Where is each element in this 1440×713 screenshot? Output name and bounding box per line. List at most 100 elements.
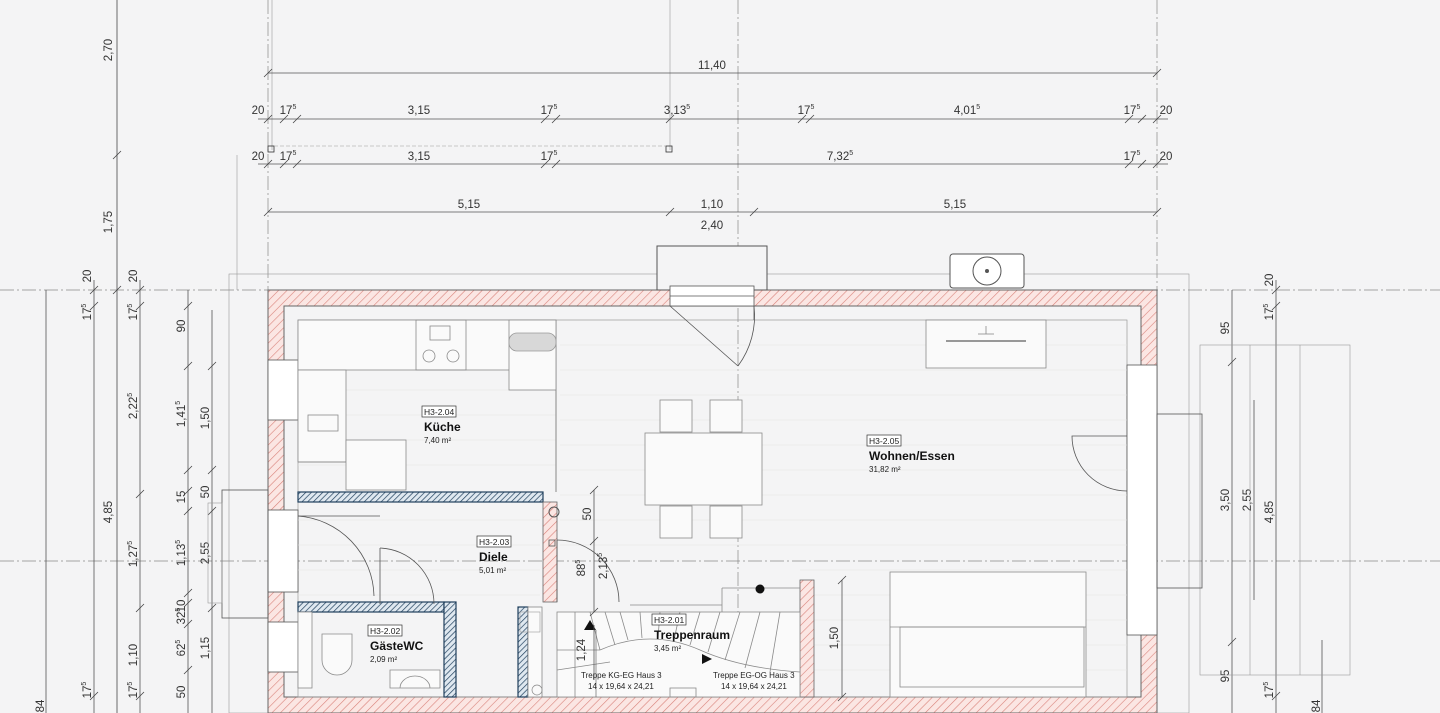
svg-text:175: 175 [280, 150, 297, 163]
stair-spec: 14 x 19,64 x 24,21 [588, 682, 654, 691]
svg-text:2,225: 2,225 [127, 393, 140, 419]
dim-r2-2: 17 [280, 151, 293, 163]
room-area: 5,01 m² [479, 566, 506, 575]
dim-lvc-5: 1,10 [128, 644, 140, 666]
stair-title: Treppe KG-EG Haus 3 [581, 671, 662, 680]
kitchen-furniture [297, 319, 557, 491]
svg-text:175: 175 [1263, 682, 1276, 699]
svg-text:1,415: 1,415 [175, 401, 188, 427]
dim-lvb-3: 17 [82, 686, 94, 699]
dim-r1-4: 17 [541, 105, 554, 117]
dim-inner-d: 1,24 [576, 638, 588, 661]
dim-r3-1: 5,15 [458, 199, 480, 211]
dim-inner-b: 88 [576, 564, 588, 577]
svg-text:175: 175 [1124, 104, 1141, 117]
grid-axes [0, 0, 1440, 713]
svg-text:1,275: 1,275 [127, 541, 140, 567]
dim-lvc-1: 20 [128, 270, 140, 283]
dim-lva-4: 84 [35, 699, 47, 712]
dim-lvb-1: 20 [82, 270, 94, 283]
dimension-chain-left: 2,70 1,75 4,85 84 20 175 175 20 175 2,22… [35, 0, 217, 713]
sofa [889, 571, 1087, 698]
dim-r2-6: 17 [1124, 151, 1137, 163]
dim-lve-1: 1,50 [200, 407, 212, 429]
room-area: 3,45 m² [654, 644, 681, 653]
dim-inner-c: 2,13 [598, 557, 610, 579]
dim-lve-3: 2,55 [200, 542, 212, 564]
tv-unit [925, 319, 1047, 369]
room-label-kueche: H3-2.04 Küche 7,40 m² [421, 405, 461, 445]
dimension-chain-right: 95 3,50 95 2,55 20 175 4,85 175 84 [1220, 274, 1323, 713]
dim-lvd-7: 62 [176, 644, 188, 657]
dim-r1-1: 20 [252, 105, 265, 117]
dim-lvd-3: 15 [176, 491, 188, 504]
dim-rv-4: 20 [1264, 274, 1276, 287]
dim-lvc-2: 17 [128, 308, 140, 321]
dim-rv-1: 95 [1220, 322, 1232, 335]
dim-r3-3: 5,15 [944, 199, 966, 211]
room-name: Küche [424, 420, 461, 434]
room-id: H3-2.04 [424, 407, 455, 417]
svg-text:4,015: 4,015 [954, 104, 980, 117]
dim-r1-3: 3,15 [408, 105, 430, 117]
dining-set [644, 399, 763, 539]
dim-rv-5: 17 [1264, 308, 1276, 321]
dim-rv-6: 2,55 [1242, 489, 1254, 511]
dim-r2-3: 3,15 [408, 151, 430, 163]
outdoor-unit [949, 253, 1025, 289]
dim-lvd-4: 1,13 [176, 544, 188, 566]
dim-r2-7: 20 [1160, 151, 1173, 163]
dim-lvd-1: 90 [176, 320, 188, 333]
dimension-chain-top: 11,40 20 175 3,15 175 3,135 175 4,015 17… [252, 60, 1173, 232]
svg-text:175: 175 [81, 304, 94, 321]
dim-rv-9: 84 [1311, 699, 1323, 712]
dim-r1-7: 4,01 [954, 105, 976, 117]
room-id: H3-2.05 [869, 436, 900, 446]
svg-text:175: 175 [127, 682, 140, 699]
svg-text:1,135: 1,135 [175, 540, 188, 566]
dim-rv-2: 3,50 [1220, 489, 1232, 511]
svg-text:625: 625 [175, 640, 188, 657]
dim-r1-5: 3,13 [664, 105, 686, 117]
dim-rv-8: 17 [1264, 686, 1276, 699]
stair-spec: 14 x 19,64 x 24,21 [721, 682, 787, 691]
room-label-diele: H3-2.03 Diele 5,01 m² [476, 535, 512, 575]
dim-rv-3: 95 [1220, 670, 1232, 683]
dim-rv-7: 4,85 [1264, 501, 1276, 523]
dim-lva-1: 2,70 [103, 39, 115, 61]
room-name: Diele [479, 550, 508, 564]
dim-r1-8: 17 [1124, 105, 1137, 117]
dim-lvc-6: 17 [128, 686, 140, 699]
svg-text:175: 175 [81, 682, 94, 699]
svg-text:175: 175 [798, 104, 815, 117]
svg-text:885: 885 [575, 560, 588, 577]
dim-r1-9: 20 [1160, 105, 1173, 117]
floor-plan: 11,40 20 175 3,15 175 3,135 175 4,015 17… [0, 0, 1440, 713]
svg-text:7,325: 7,325 [827, 150, 853, 163]
svg-text:175: 175 [280, 104, 297, 117]
dim-lvd-2: 1,41 [176, 405, 188, 427]
dim-r1-6: 17 [798, 105, 811, 117]
dim-lvb-2: 17 [82, 308, 94, 321]
dim-r3-2: 1,10 [701, 199, 723, 211]
dim-r1-2: 17 [280, 105, 293, 117]
room-name: Wohnen/Essen [869, 449, 955, 463]
room-name: GästeWC [370, 639, 424, 653]
dim-inner-e: 1,50 [829, 627, 841, 649]
svg-text:175: 175 [541, 150, 558, 163]
svg-text:2,135: 2,135 [597, 553, 610, 579]
stair-title: Treppe EG-OG Haus 3 [713, 671, 795, 680]
room-area: 31,82 m² [869, 465, 901, 474]
svg-text:175: 175 [541, 104, 558, 117]
dim-r2-5: 7,32 [827, 151, 849, 163]
room-id: H3-2.03 [479, 537, 510, 547]
dim-lvc-3: 2,22 [128, 397, 140, 419]
dim-lve-2: 50 [200, 486, 212, 499]
room-area: 7,40 m² [424, 436, 451, 445]
room-area: 2,09 m² [370, 655, 397, 664]
room-id: H3-2.02 [370, 626, 401, 636]
dim-lvd-6: 32 [176, 612, 188, 625]
dim-r4-1: 2,40 [701, 220, 723, 232]
dim-lvd-8: 50 [176, 686, 188, 699]
svg-text:175: 175 [1263, 304, 1276, 321]
